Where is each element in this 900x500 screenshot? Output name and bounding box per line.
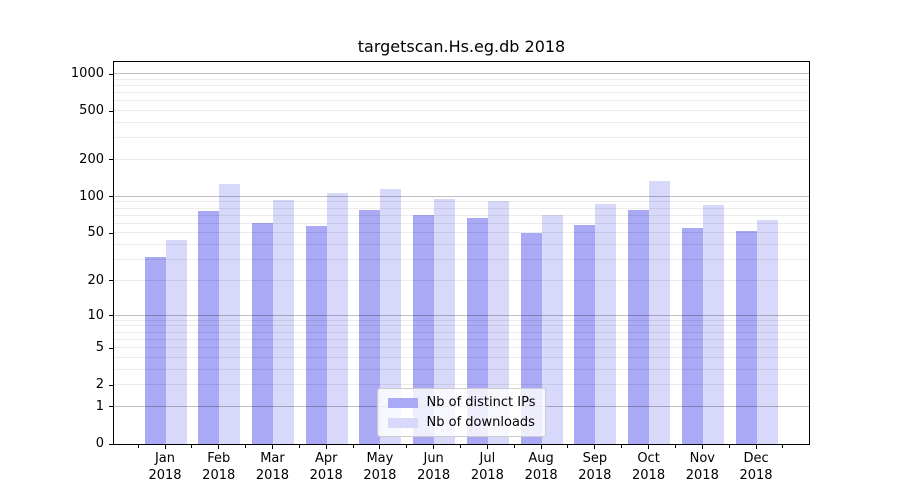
x-tick-mark-mar: [272, 445, 273, 449]
gridline-minor-40: [114, 244, 809, 245]
gridline-minor-6: [114, 339, 809, 340]
y-tick-mark-20: [109, 280, 114, 281]
x-tick-label-jun: Jun 2018: [403, 450, 465, 484]
x-tick-label-nov: Nov 2018: [671, 450, 733, 484]
gridline-major-10: [114, 315, 809, 316]
y-tick-mark-5: [109, 348, 114, 349]
y-tick-mark-2: [109, 385, 114, 386]
x-tick-mark-jul: [487, 445, 488, 449]
x-minor-tick-7: [514, 445, 515, 448]
gridline-minor-9: [114, 320, 809, 321]
x-tick-label-feb: Feb 2018: [188, 450, 250, 484]
y-tick-mark-200: [109, 159, 114, 160]
x-minor-tick-12: [782, 445, 783, 448]
gridline-minor-90: [114, 201, 809, 202]
x-minor-tick-4: [353, 445, 354, 448]
x-minor-tick-10: [675, 445, 676, 448]
gridline-minor-7: [114, 332, 809, 333]
gridline-minor-900: [114, 79, 809, 80]
gridline-minor-70: [114, 215, 809, 216]
x-tick-label-jul: Jul 2018: [456, 450, 518, 484]
x-minor-tick-0: [138, 445, 139, 448]
gridline-minor-700: [114, 92, 809, 93]
y-tick-mark-1000: [109, 74, 114, 75]
gridline-minor-600: [114, 100, 809, 101]
x-tick-label-mar: Mar 2018: [241, 450, 303, 484]
y-tick-label-100: 100: [34, 189, 104, 205]
x-tick-mark-apr: [326, 445, 327, 449]
x-minor-tick-9: [621, 445, 622, 448]
gridline-minor-30: [114, 259, 809, 260]
y-tick-label-2: 2: [34, 377, 104, 393]
figure: targetscan.Hs.eg.db 2018 Nb of distinct …: [0, 0, 900, 500]
legend-swatch-distinct-ips: [388, 398, 418, 408]
x-minor-tick-11: [729, 445, 730, 448]
gridline-major-100: [114, 196, 809, 197]
gridline-minor-80: [114, 208, 809, 209]
y-tick-label-5: 5: [34, 340, 104, 356]
gridline-major-1000: [114, 73, 809, 74]
x-tick-mark-aug: [541, 445, 542, 449]
y-tick-label-1000: 1000: [34, 66, 104, 82]
x-tick-mark-nov: [702, 445, 703, 449]
x-minor-tick-5: [406, 445, 407, 448]
x-tick-label-oct: Oct 2018: [618, 450, 680, 484]
y-tick-label-1: 1: [34, 399, 104, 415]
gridline-minor-60: [114, 223, 809, 224]
gridline-minor-200: [114, 159, 809, 160]
y-tick-label-200: 200: [34, 152, 104, 168]
x-minor-tick-8: [567, 445, 568, 448]
gridline-minor-4: [114, 357, 809, 358]
gridline-minor-500: [114, 110, 809, 111]
x-minor-tick-1: [191, 445, 192, 448]
y-tick-label-20: 20: [34, 273, 104, 289]
gridline-minor-20: [114, 280, 809, 281]
x-tick-mark-may: [379, 445, 380, 449]
legend: Nb of distinct IPs Nb of downloads: [377, 388, 547, 437]
y-tick-label-500: 500: [34, 103, 104, 119]
x-tick-label-dec: Dec 2018: [725, 450, 787, 484]
y-tick-label-0: 0: [34, 436, 104, 452]
x-tick-mark-oct: [648, 445, 649, 449]
y-tick-mark-500: [109, 111, 114, 112]
x-tick-label-jan: Jan 2018: [134, 450, 196, 484]
gridlines-layer: [114, 62, 809, 444]
x-tick-label-may: May 2018: [349, 450, 411, 484]
gridline-minor-800: [114, 85, 809, 86]
y-tick-mark-1: [109, 406, 114, 407]
gridline-minor-50: [114, 232, 809, 233]
x-minor-tick-6: [460, 445, 461, 448]
y-tick-mark-100: [109, 196, 114, 197]
gridline-minor-5: [114, 347, 809, 348]
legend-label-downloads: Nb of downloads: [427, 415, 535, 430]
x-tick-mark-jun: [433, 445, 434, 449]
legend-label-distinct-ips: Nb of distinct IPs: [427, 395, 536, 410]
x-tick-mark-jan: [165, 445, 166, 449]
y-tick-label-10: 10: [34, 308, 104, 324]
gridline-minor-300: [114, 137, 809, 138]
gridline-minor-8: [114, 325, 809, 326]
x-tick-mark-dec: [756, 445, 757, 449]
gridline-minor-3: [114, 369, 809, 370]
y-tick-mark-10: [109, 315, 114, 316]
legend-swatch-downloads: [388, 418, 418, 428]
gridline-minor-2: [114, 384, 809, 385]
y-tick-label-50: 50: [34, 225, 104, 241]
y-tick-mark-0: [109, 444, 114, 445]
gridline-minor-400: [114, 122, 809, 123]
x-tick-label-apr: Apr 2018: [295, 450, 357, 484]
x-tick-mark-sep: [594, 445, 595, 449]
x-tick-label-sep: Sep 2018: [564, 450, 626, 484]
chart-title: targetscan.Hs.eg.db 2018: [114, 37, 809, 56]
x-tick-mark-feb: [218, 445, 219, 449]
legend-entry-downloads: Nb of downloads: [388, 415, 536, 430]
plot-area: Nb of distinct IPs Nb of downloads: [113, 61, 810, 445]
x-tick-label-aug: Aug 2018: [510, 450, 572, 484]
x-minor-tick-2: [245, 445, 246, 448]
x-minor-tick-3: [299, 445, 300, 448]
y-tick-mark-50: [109, 233, 114, 234]
legend-entry-distinct-ips: Nb of distinct IPs: [388, 395, 536, 410]
